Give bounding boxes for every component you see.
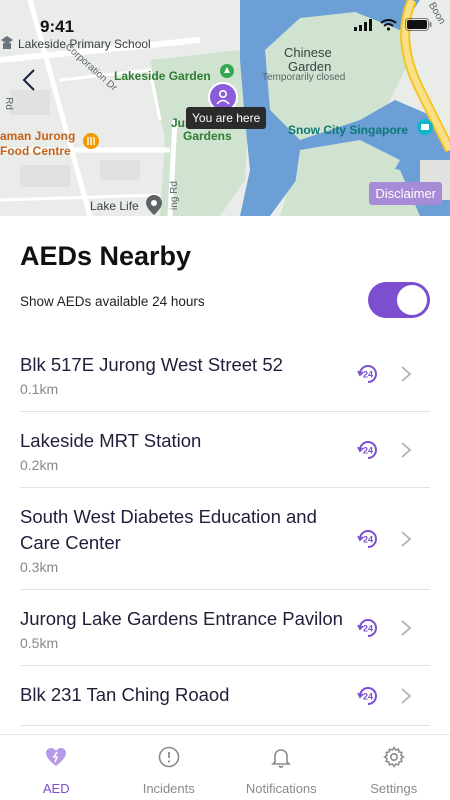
aed-list-item[interactable]: South West Diabetes Education and Care C… bbox=[20, 488, 430, 590]
available-24h-icon: 24 bbox=[357, 686, 377, 705]
map-label-jurong-gardens-2: Gardens bbox=[183, 129, 232, 143]
chevron-right-icon bbox=[401, 619, 412, 636]
toggle-label: Show AEDs available 24 hours bbox=[20, 294, 205, 309]
24-hour-toggle[interactable] bbox=[368, 282, 430, 318]
food-icon bbox=[83, 133, 99, 149]
svg-text:24: 24 bbox=[363, 369, 373, 379]
aed-list: Blk 517E Jurong West Street 52 0.1km 24 Lak… bbox=[20, 336, 430, 726]
park-icon bbox=[220, 64, 234, 78]
you-are-here-tooltip: You are here bbox=[186, 107, 267, 129]
aed-list-sheet: AEDs Nearby Show AEDs available 24 hours… bbox=[0, 216, 450, 734]
map-label-temporarily-closed: Temporarily closed bbox=[262, 72, 346, 83]
battery-icon bbox=[405, 18, 432, 31]
map-label-food-centre-2: Food Centre bbox=[0, 144, 71, 158]
place-pin-icon bbox=[146, 195, 162, 215]
map-label-ching-rd: ing Rd bbox=[168, 181, 180, 210]
bell-icon bbox=[271, 749, 292, 768]
heart-bolt-icon bbox=[46, 748, 67, 766]
chevron-right-icon bbox=[401, 365, 412, 382]
map-label-rd: Rd bbox=[2, 97, 14, 110]
wifi-icon bbox=[380, 18, 397, 31]
available-24h-icon: 24 bbox=[357, 529, 377, 548]
aed-distance: 0.3km bbox=[20, 559, 59, 575]
map-view[interactable]: Lakeside Primary School Corporation Dr L… bbox=[0, 0, 450, 216]
tab-bar: AED Incidents Notifications Settings bbox=[0, 734, 450, 800]
available-24h-icon: 24 bbox=[357, 364, 377, 383]
svg-text:24: 24 bbox=[363, 534, 373, 544]
chevron-right-icon bbox=[401, 441, 412, 458]
back-chevron-icon[interactable] bbox=[18, 68, 42, 92]
disclaimer-button[interactable]: Disclaimer bbox=[369, 182, 442, 205]
tab-label: AED bbox=[42, 781, 70, 796]
svg-text:24: 24 bbox=[363, 623, 373, 633]
map-label-food-centre-1: aman Jurong bbox=[0, 129, 76, 143]
map-label-snow-city: Snow City Singapore bbox=[288, 123, 409, 137]
aed-list-item[interactable]: Lakeside MRT Station 0.2km 24 bbox=[20, 412, 430, 488]
aed-distance: 0.5km bbox=[20, 635, 59, 651]
available-24h-icon: 24 bbox=[357, 618, 377, 637]
tab-label: Incidents bbox=[142, 781, 195, 796]
tab-label: Settings bbox=[370, 781, 418, 796]
aed-list-item[interactable]: Jurong Lake Gardens Entrance Pavilon 0.5k… bbox=[20, 590, 430, 666]
status-time: 9:41 bbox=[40, 17, 75, 36]
aed-list-item[interactable]: Blk 517E Jurong West Street 52 0.1km 24 bbox=[20, 336, 430, 412]
chevron-right-icon bbox=[401, 530, 412, 547]
map-label-chinese-garden: Chinese bbox=[284, 45, 332, 60]
aed-list-item[interactable]: Blk 231 Tan Ching Roaod 24 bbox=[20, 666, 430, 726]
chevron-right-icon bbox=[401, 687, 412, 704]
tab-settings[interactable]: Settings bbox=[338, 735, 450, 800]
user-icon bbox=[216, 89, 230, 105]
aed-location-name: Lakeside MRT Station bbox=[20, 430, 202, 451]
toggle-knob bbox=[397, 285, 427, 315]
available-24h-icon: 24 bbox=[357, 440, 377, 459]
gear-icon bbox=[382, 746, 405, 768]
aed-location-name: Jurong Lake Gardens Entrance Pavilon bbox=[20, 608, 343, 629]
camera-poi-icon bbox=[417, 119, 433, 135]
page-title: AEDs Nearby bbox=[20, 241, 192, 271]
svg-text:24: 24 bbox=[363, 445, 373, 455]
svg-text:24: 24 bbox=[363, 691, 373, 701]
tab-label: Notifications bbox=[245, 781, 317, 796]
aed-location-name: Blk 517E Jurong West Street 52 bbox=[20, 354, 283, 375]
alert-circle-icon bbox=[158, 746, 180, 768]
aed-distance: 0.1km bbox=[20, 381, 59, 397]
status-bar: 9:41 bbox=[0, 0, 450, 44]
aed-distance: 0.2km bbox=[20, 457, 59, 473]
signal-icon bbox=[354, 18, 372, 31]
map-label-lakeside-garden: Lakeside Garden bbox=[114, 69, 211, 83]
aed-location-name: South West Diabetes Education and Care C… bbox=[20, 506, 317, 553]
map-label-lake-life: Lake Life bbox=[90, 199, 139, 213]
tab-incidents[interactable]: Incidents bbox=[113, 735, 226, 800]
aed-location-name: Blk 231 Tan Ching Roaod bbox=[20, 684, 230, 705]
tab-aed[interactable]: AED bbox=[0, 735, 113, 800]
tab-notifications[interactable]: Notifications bbox=[225, 735, 338, 800]
